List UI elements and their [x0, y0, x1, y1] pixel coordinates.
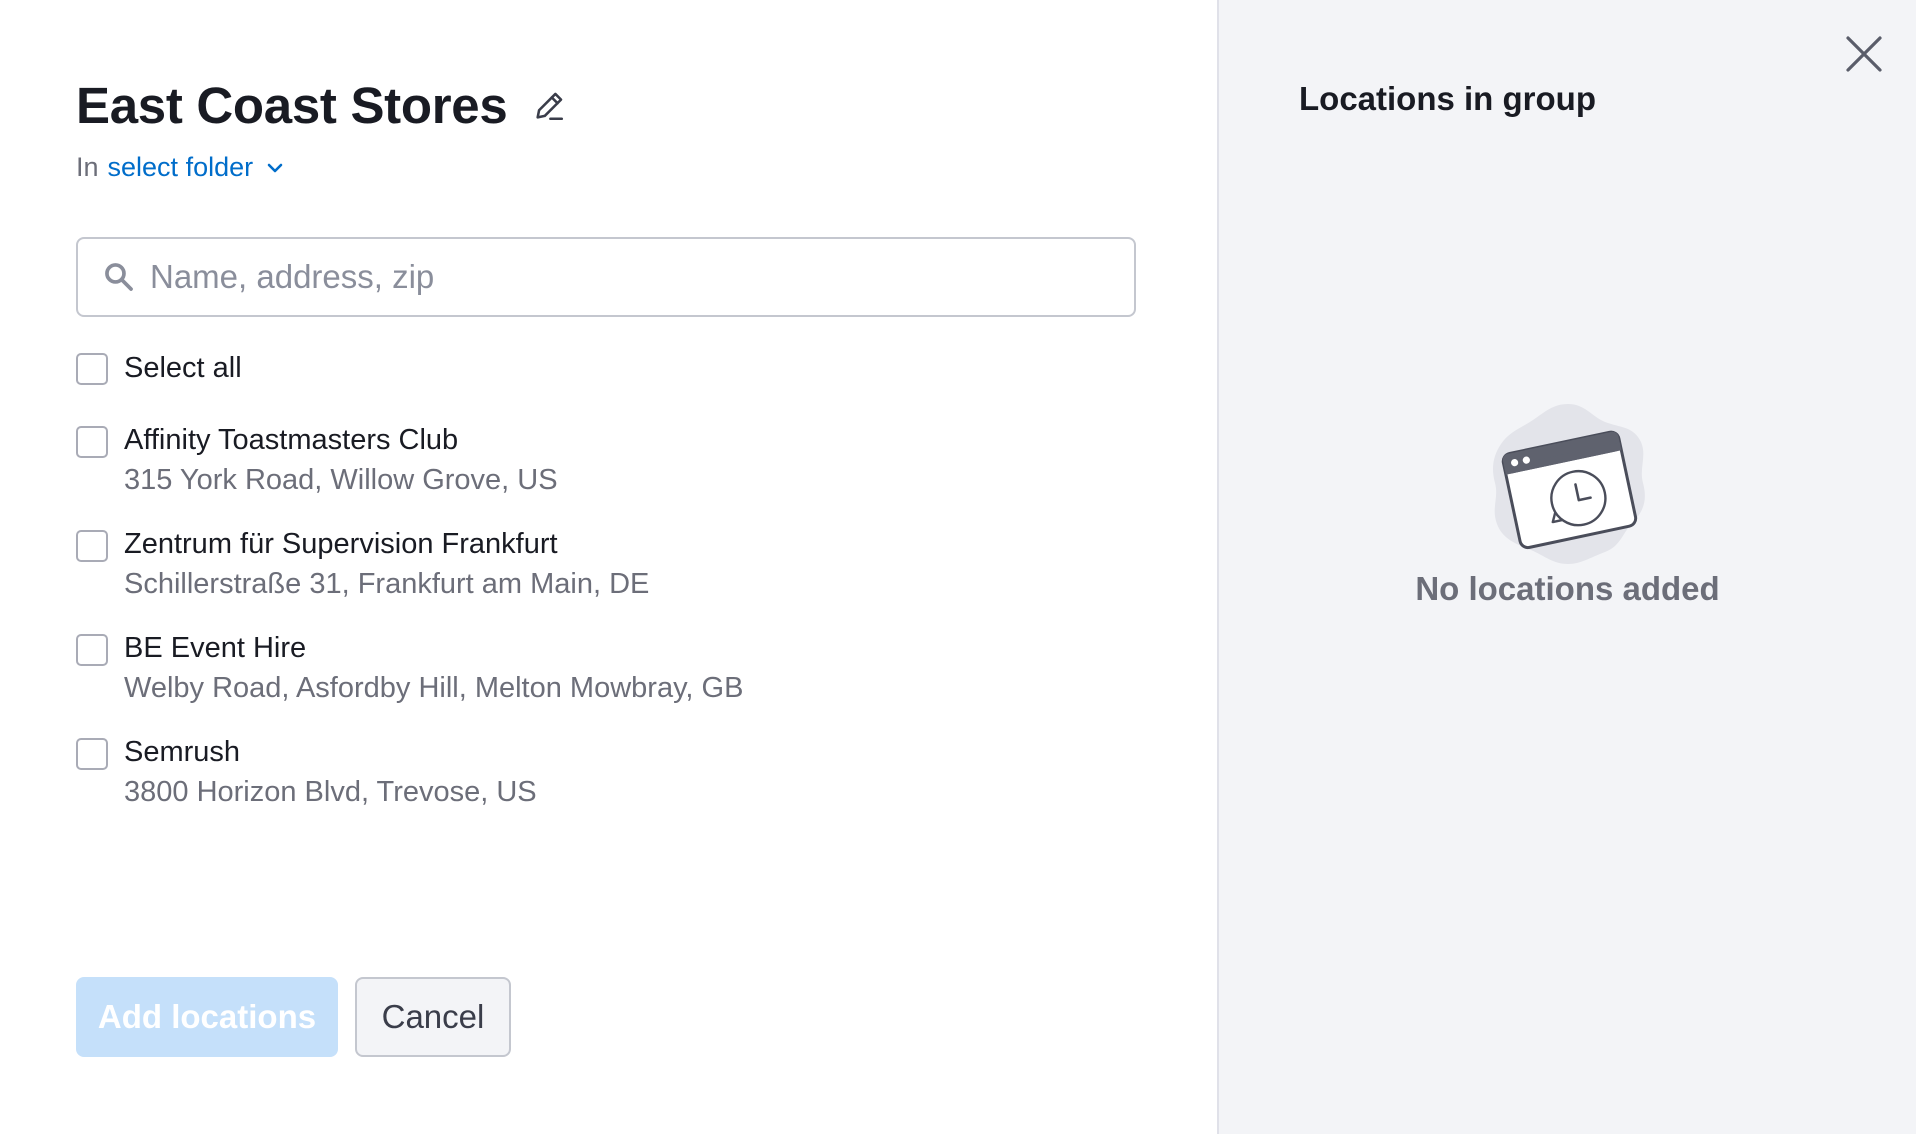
add-locations-dialog: East Coast Stores In select folder Name,…	[0, 0, 1916, 1134]
location-text: Zentrum für Supervision Frankfurt Schill…	[124, 524, 649, 604]
location-checkbox[interactable]	[76, 530, 108, 562]
location-address: Welby Road, Asfordby Hill, Melton Mowbra…	[124, 672, 744, 704]
list-item[interactable]: BE Event Hire Welby Road, Asfordby Hill,…	[76, 628, 743, 732]
empty-state-text: No locations added	[1415, 570, 1720, 607]
title-row: East Coast Stores	[76, 76, 567, 135]
panel-title: Locations in group	[1299, 80, 1596, 117]
location-address: 3800 Horizon Blvd, Trevose, US	[124, 776, 537, 808]
location-checkbox[interactable]	[76, 426, 108, 458]
location-text: BE Event Hire Welby Road, Asfordby Hill,…	[124, 628, 743, 708]
location-text: Semrush 3800 Horizon Blvd, Trevose, US	[124, 732, 537, 812]
search-icon	[102, 260, 136, 294]
folder-selector: In select folder	[76, 152, 285, 183]
empty-state: No locations added	[1219, 398, 1916, 608]
add-locations-button[interactable]: Add locations	[76, 977, 338, 1057]
location-name: Affinity Toastmasters Club	[124, 424, 459, 456]
calendar-clock-illustration-icon	[1483, 398, 1653, 568]
list-item[interactable]: Affinity Toastmasters Club 315 York Road…	[76, 420, 743, 524]
search-box	[76, 237, 1136, 317]
button-row: Add locations Cancel	[76, 977, 511, 1057]
location-checkbox[interactable]	[76, 738, 108, 770]
chevron-down-icon	[265, 158, 285, 178]
locations-in-group-panel: Locations in group No locations added	[1217, 0, 1916, 1134]
location-text: Affinity Toastmasters Club 315 York Road…	[124, 420, 558, 500]
search-input[interactable]	[150, 258, 1134, 296]
location-address: 315 York Road, Willow Grove, US	[124, 464, 558, 496]
left-pane: East Coast Stores In select folder Name,…	[0, 0, 1217, 1134]
location-checkbox[interactable]	[76, 634, 108, 666]
select-all-checkbox[interactable]	[76, 352, 108, 385]
select-all-label: Select all	[124, 352, 242, 384]
select-folder-link[interactable]: select folder	[108, 152, 286, 183]
pencil-icon[interactable]	[531, 88, 567, 124]
list-item[interactable]: Zentrum für Supervision Frankfurt Schill…	[76, 524, 743, 628]
location-address: Schillerstraße 31, Frankfurt am Main, DE	[124, 568, 650, 600]
list-item[interactable]: Semrush 3800 Horizon Blvd, Trevose, US	[76, 732, 743, 836]
cancel-button[interactable]: Cancel	[355, 977, 511, 1057]
select-folder-label: select folder	[107, 152, 254, 182]
location-list: Affinity Toastmasters Club 315 York Road…	[76, 420, 743, 836]
location-name: Semrush	[124, 736, 241, 768]
folder-prefix: In	[76, 152, 99, 182]
group-title: East Coast Stores	[76, 77, 508, 134]
select-all-row[interactable]: Select all	[76, 352, 242, 385]
location-name: Zentrum für Supervision Frankfurt	[124, 528, 558, 560]
location-name: BE Event Hire	[124, 632, 307, 664]
close-icon[interactable]	[1842, 32, 1886, 76]
